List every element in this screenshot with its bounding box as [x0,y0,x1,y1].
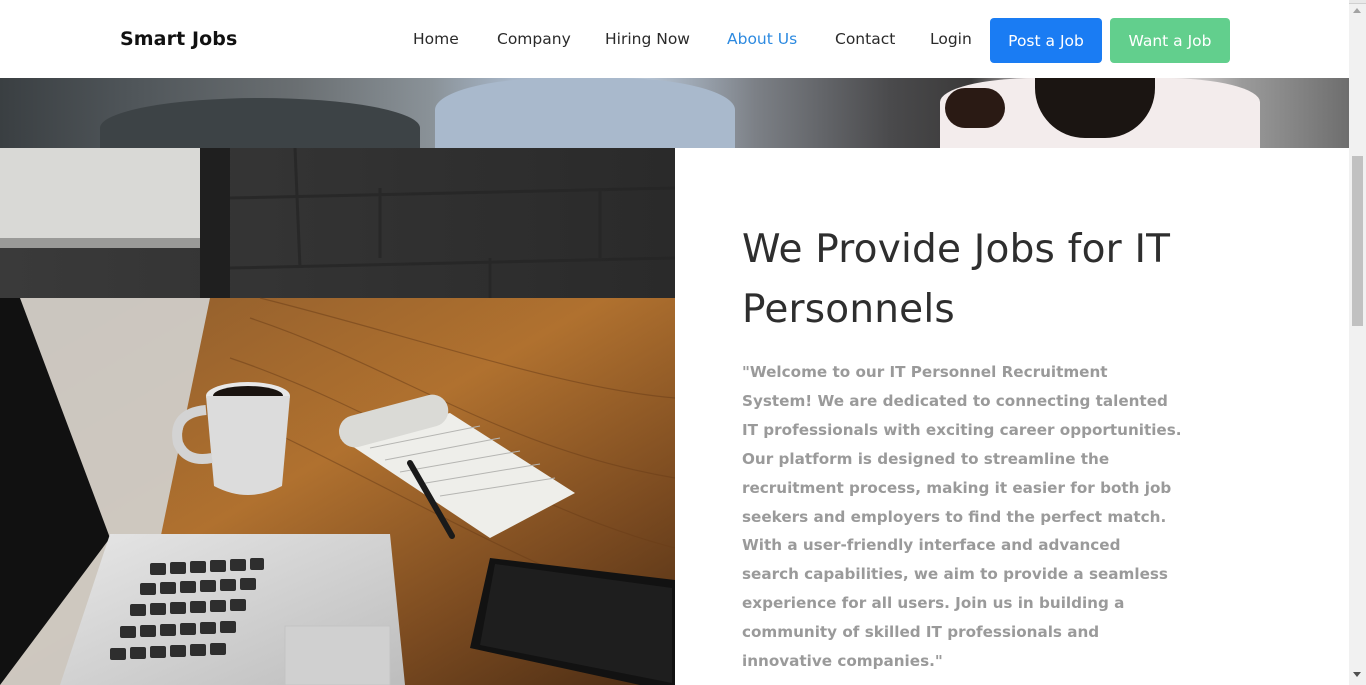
scroll-thumb[interactable] [1352,156,1363,326]
nav-link-contact[interactable]: Contact [835,30,895,48]
about-paragraph: "Welcome to our IT Personnel Recruitment… [742,363,1182,671]
nav-link-login[interactable]: Login [930,30,972,48]
page-scrollbar[interactable] [1349,4,1366,685]
want-job-button[interactable]: Want a Job [1110,18,1230,63]
brand-logo[interactable]: Smart Jobs [120,28,237,50]
about-image [0,148,675,685]
nav-link-home[interactable]: Home [413,30,459,48]
nav-link-hiring-now[interactable]: Hiring Now [605,30,690,48]
page: Smart Jobs Home Company Hiring Now About… [0,0,1349,685]
scroll-up-arrow-icon[interactable] [1353,8,1361,13]
hero-image [0,78,1349,148]
nav-link-about-us[interactable]: About Us [727,30,797,48]
scroll-down-arrow-icon[interactable] [1353,672,1361,677]
about-heading: We Provide Jobs for IT Personnels [742,227,1171,332]
navbar: Smart Jobs Home Company Hiring Now About… [0,4,1349,78]
post-job-button[interactable]: Post a Job [990,18,1102,63]
nav-link-company[interactable]: Company [497,30,571,48]
about-section: We Provide Jobs for IT Personnels "Welco… [675,148,1349,685]
